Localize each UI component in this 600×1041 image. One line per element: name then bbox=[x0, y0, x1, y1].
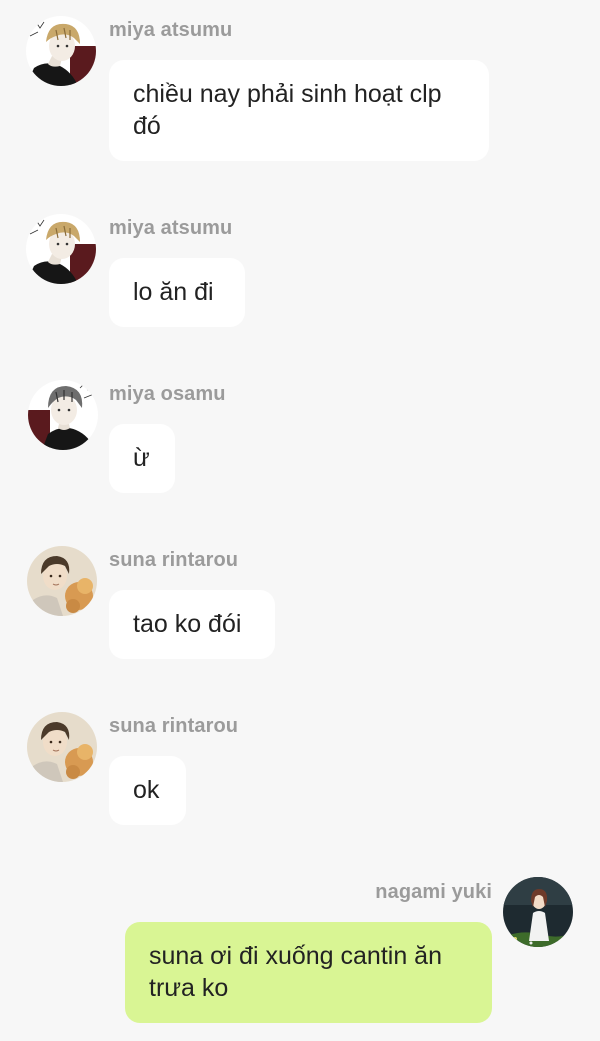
sender-name: miya atsumu bbox=[109, 19, 233, 41]
message-bubble[interactable]: tao ko đói bbox=[109, 590, 275, 659]
message-item: miya atsumu lo ăn đi bbox=[0, 198, 600, 338]
avatar-yuki-icon[interactable] bbox=[503, 877, 573, 947]
message-item: suna rintarou tao ko đói bbox=[0, 530, 600, 670]
message-bubble[interactable]: lo ăn đi bbox=[109, 258, 245, 327]
message-item: suna rintarou ok bbox=[0, 696, 600, 836]
avatar-atsumu-icon[interactable] bbox=[26, 214, 96, 284]
message-item: miya osamu ừ bbox=[0, 364, 600, 504]
message-bubble-self[interactable]: suna ơi đi xuống cantin ăn trưa ko bbox=[125, 922, 492, 1023]
avatar-osamu-icon[interactable] bbox=[28, 380, 98, 450]
message-bubble[interactable]: chiều nay phải sinh hoạt clp đó bbox=[109, 60, 489, 161]
message-item-self: nagami yuki suna ơi đi xuống cantin ăn t… bbox=[0, 862, 600, 1032]
sender-name: nagami yuki bbox=[375, 881, 492, 903]
sender-name: suna rintarou bbox=[109, 549, 239, 571]
sender-name: miya osamu bbox=[109, 383, 226, 405]
sender-name: miya atsumu bbox=[109, 217, 233, 239]
sender-name: suna rintarou bbox=[109, 715, 239, 737]
message-bubble[interactable]: ok bbox=[109, 756, 186, 825]
avatar-suna-icon[interactable] bbox=[27, 546, 97, 616]
message-item: miya atsumu chiều nay phải sinh hoạt clp… bbox=[0, 0, 600, 170]
message-bubble[interactable]: ừ bbox=[109, 424, 175, 493]
avatar-suna-icon[interactable] bbox=[27, 712, 97, 782]
avatar-atsumu-icon[interactable] bbox=[26, 16, 96, 86]
